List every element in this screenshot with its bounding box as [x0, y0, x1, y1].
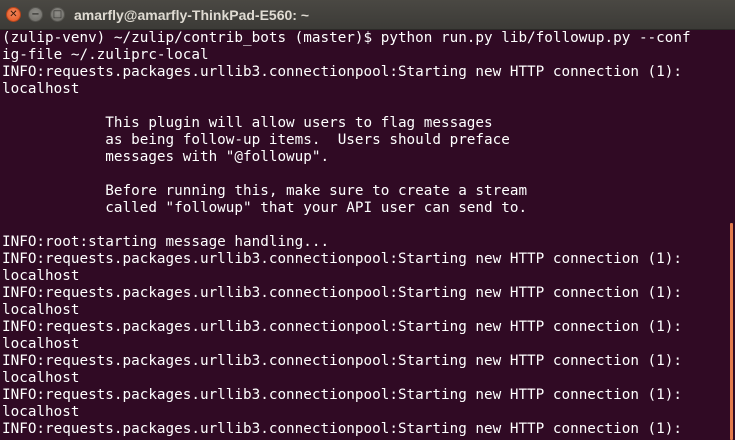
- terminal-line: INFO:requests.packages.urllib3.connectio…: [2, 285, 682, 301]
- terminal-output[interactable]: (zulip-venv) ~/zulip/contrib_bots (maste…: [0, 30, 728, 440]
- terminal-line: INFO:requests.packages.urllib3.connectio…: [2, 319, 682, 335]
- window-title: amarfly@amarfly-ThinkPad-E560: ~: [74, 7, 310, 23]
- terminal-line: (zulip-venv) ~/zulip/contrib_bots (maste…: [2, 30, 691, 46]
- maximize-button[interactable]: □: [50, 7, 65, 22]
- close-button[interactable]: ✕: [6, 7, 21, 22]
- terminal-window: ✕ − □ amarfly@amarfly-ThinkPad-E560: ~ (…: [0, 0, 735, 440]
- title-bar[interactable]: ✕ − □ amarfly@amarfly-ThinkPad-E560: ~: [0, 0, 735, 30]
- terminal-line: Before running this, make sure to create…: [2, 183, 528, 199]
- terminal-line: INFO:requests.packages.urllib3.connectio…: [2, 353, 682, 369]
- terminal-line: This plugin will allow users to flag mes…: [2, 115, 493, 131]
- terminal-line: localhost: [2, 268, 80, 284]
- terminal-line: INFO:root:starting message handling...: [2, 234, 330, 250]
- scrollbar[interactable]: [728, 30, 735, 440]
- maximize-icon: □: [52, 9, 63, 20]
- terminal-line: ig-file ~/.zuliprc-local: [2, 47, 209, 63]
- terminal-line: localhost: [2, 370, 80, 386]
- terminal-line: localhost: [2, 336, 80, 352]
- terminal-line: INFO:requests.packages.urllib3.connectio…: [2, 251, 682, 267]
- scrollbar-thumb[interactable]: [730, 223, 733, 440]
- minimize-button[interactable]: −: [28, 7, 43, 22]
- terminal-line: messages with "@followup".: [2, 149, 330, 165]
- terminal-line: called "followup" that your API user can…: [2, 200, 528, 216]
- terminal-line: INFO:requests.packages.urllib3.connectio…: [2, 64, 682, 80]
- close-icon: ✕: [9, 9, 18, 20]
- terminal-line: localhost: [2, 81, 80, 97]
- terminal-line: INFO:requests.packages.urllib3.connectio…: [2, 421, 682, 437]
- terminal-line: INFO:requests.packages.urllib3.connectio…: [2, 387, 682, 403]
- minimize-icon: −: [31, 9, 40, 20]
- terminal-line: as being follow-up items. Users should p…: [2, 132, 510, 148]
- terminal-line: localhost: [2, 302, 80, 318]
- terminal-line: localhost: [2, 404, 80, 420]
